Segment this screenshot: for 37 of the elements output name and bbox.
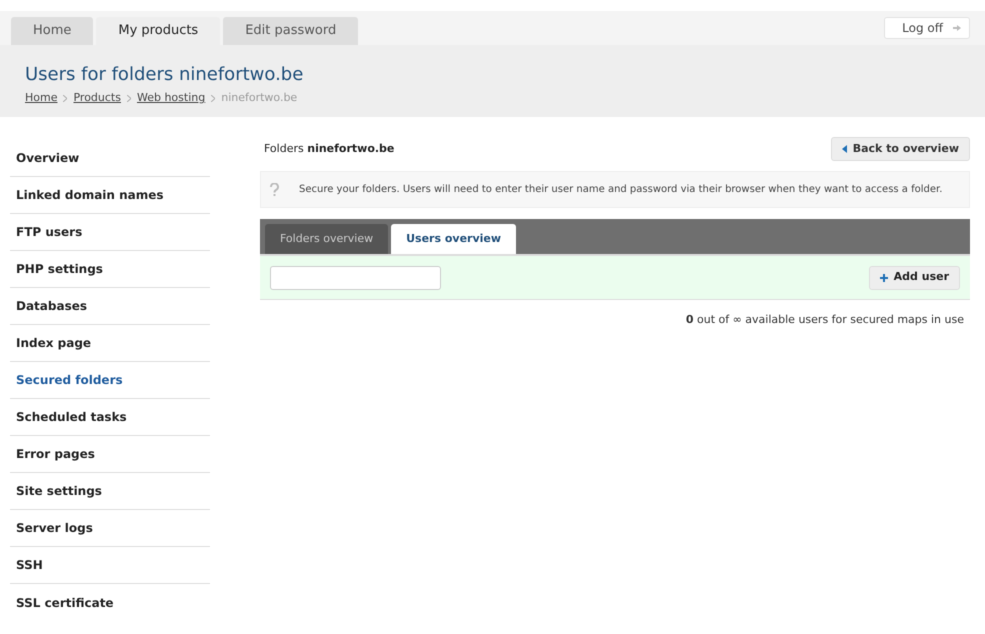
chevron-icon	[63, 94, 68, 102]
sidebar-item[interactable]: Error pages	[10, 436, 210, 473]
content-tab[interactable]: Folders overview	[265, 224, 388, 254]
sidebar-item[interactable]: Overview	[10, 140, 210, 177]
breadcrumb-link[interactable]: Web hosting	[136, 90, 206, 106]
sidebar-item[interactable]: Site settings	[10, 473, 210, 510]
sidebar-item[interactable]: Databases	[10, 288, 210, 325]
breadcrumb-current: ninefortwo.be	[221, 90, 298, 106]
caret-left-icon	[842, 145, 847, 153]
arrow-icon	[953, 24, 961, 32]
folders-heading: Folders ninefortwo.be	[264, 140, 394, 157]
logoff-button[interactable]: Log off	[884, 17, 970, 39]
sidebar-item[interactable]: SSL certificate	[10, 584, 210, 621]
nav-tab[interactable]: Edit password	[223, 17, 358, 45]
sidebar-item[interactable]: Linked domain names	[10, 177, 210, 214]
nav-tab[interactable]: My products	[96, 17, 220, 45]
sidebar-item[interactable]: Index page	[10, 325, 210, 362]
sidebar-item[interactable]: Scheduled tasks	[10, 399, 210, 436]
breadcrumb-link[interactable]: Home	[25, 90, 58, 106]
back-button[interactable]: Back to overview	[830, 137, 970, 161]
sidebar-item[interactable]: PHP settings	[10, 251, 210, 288]
chevron-icon	[211, 94, 216, 102]
plus-icon	[880, 274, 888, 282]
usage-text: 0 out of ∞ available users for secured maps in use	[686, 312, 964, 328]
search-field[interactable]	[270, 266, 441, 290]
breadcrumb-link[interactable]: Products	[73, 90, 121, 106]
nav-tab[interactable]: Home	[11, 17, 94, 45]
sidebar-item[interactable]: SSH	[10, 547, 210, 584]
sidebar-item[interactable]: Secured folders	[10, 362, 210, 399]
question-mark-icon	[270, 183, 279, 196]
sidebar-item[interactable]: FTP users	[10, 214, 210, 251]
page-title: Users for folders ninefortwo.be	[25, 63, 304, 87]
sidebar-item[interactable]: Server logs	[10, 510, 210, 547]
chevron-icon	[126, 94, 131, 102]
content-tab[interactable]: Users overview	[391, 224, 516, 254]
add-user-button[interactable]: Add user	[868, 266, 960, 290]
info-text: Secure your folders. Users will need to enter their user name and password via their browser when they want to access a folder.	[299, 183, 942, 197]
